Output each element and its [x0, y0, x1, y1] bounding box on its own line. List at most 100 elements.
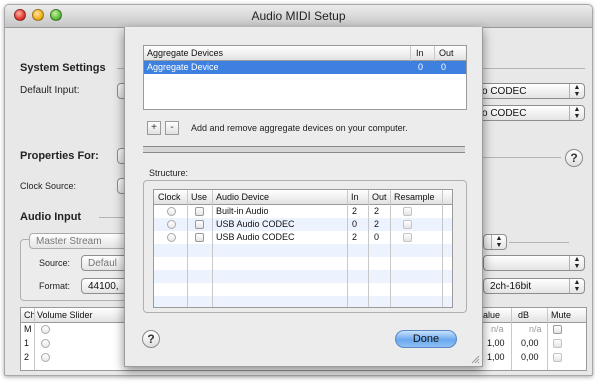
- resample-checkbox[interactable]: [403, 233, 412, 242]
- device-in: 2: [352, 232, 358, 242]
- device-out: 0: [374, 232, 380, 242]
- structure-table-header: Clock Use Audio Device In Out Resample: [154, 190, 452, 205]
- aggregate-device-in: 0: [418, 62, 424, 72]
- default-output-value: o CODEC: [482, 108, 527, 119]
- device-in: 2: [352, 206, 358, 216]
- use-checkbox[interactable]: [195, 207, 204, 216]
- use-checkbox[interactable]: [195, 220, 204, 229]
- format-right-popup[interactable]: 2ch-16bit ▲ ▼: [483, 278, 585, 294]
- help-button[interactable]: ?: [565, 149, 583, 167]
- stream-popup[interactable]: Master Stream: [29, 233, 129, 249]
- default-input-label: Default Input:: [20, 85, 80, 96]
- column-separator: [511, 308, 512, 370]
- resample-checkbox[interactable]: [403, 220, 412, 229]
- use-checkbox[interactable]: [195, 233, 204, 242]
- channel-db: n/a: [529, 324, 542, 334]
- mute-checkbox[interactable]: [553, 325, 562, 334]
- aggregate-table-header: Aggregate Devices In Out: [144, 46, 466, 61]
- properties-for-label: Properties For:: [20, 150, 99, 162]
- clock-source-label: Clock Source:: [20, 181, 77, 191]
- audio-device-name: USB Audio CODEC: [216, 232, 295, 242]
- clock-radio[interactable]: [167, 220, 176, 229]
- aggregate-device-name: Aggregate Device: [147, 62, 219, 72]
- default-input-popup[interactable]: o CODEC ▲ ▼: [475, 83, 585, 99]
- popup-arrows-icon: ▲ ▼: [569, 84, 584, 98]
- db-header: dB: [518, 310, 530, 320]
- mute-checkbox[interactable]: [553, 353, 562, 362]
- column-separator: [442, 190, 443, 307]
- audio-device-name: USB Audio CODEC: [216, 219, 295, 229]
- done-button[interactable]: Done: [395, 330, 457, 348]
- default-output-popup[interactable]: o CODEC ▲ ▼: [475, 105, 585, 121]
- format-popup[interactable]: 44100,: [81, 278, 129, 294]
- resample-header: Resample: [394, 192, 435, 202]
- aggregate-devices-table: Aggregate Devices In Out Aggregate Devic…: [143, 45, 467, 110]
- channel-value: n/a: [491, 324, 504, 334]
- resample-checkbox[interactable]: [403, 207, 412, 216]
- in-header: In: [351, 192, 359, 202]
- audio-input-label: Audio Input: [20, 211, 82, 223]
- channel-value: 1,00: [487, 338, 505, 348]
- format-label: Format:: [39, 281, 71, 291]
- channel-id: 1: [24, 338, 30, 348]
- aggregate-device-sheet: Aggregate Devices In Out Aggregate Devic…: [124, 27, 483, 367]
- device-out: 2: [374, 206, 380, 216]
- channel-value: 1,00: [487, 352, 505, 362]
- channel-id: M: [24, 324, 32, 334]
- sheet-help-button[interactable]: ?: [142, 330, 160, 348]
- clock-radio[interactable]: [167, 233, 176, 242]
- aggregate-devices-header: Aggregate Devices: [147, 48, 224, 58]
- use-header: Use: [191, 192, 208, 202]
- column-separator: [434, 46, 435, 61]
- aggregate-hint-text: Add and remove aggregate devices on your…: [191, 123, 408, 133]
- device-in: 0: [352, 219, 358, 229]
- divider: [483, 157, 561, 158]
- table-stripe: [154, 244, 452, 257]
- volume-slider-header: Volume Slider: [37, 310, 93, 320]
- source-label: Source:: [39, 258, 71, 268]
- source-popup[interactable]: Defaul: [81, 255, 129, 271]
- title-bar: Audio MIDI Setup: [5, 5, 592, 28]
- add-aggregate-button[interactable]: +: [147, 121, 161, 135]
- column-separator: [410, 46, 411, 61]
- format-right-value: 2ch-16bit: [490, 281, 532, 292]
- out-header: Out: [439, 48, 454, 58]
- column-separator: [368, 190, 369, 307]
- in-header: In: [416, 48, 424, 58]
- divider: [483, 68, 585, 69]
- mute-checkbox[interactable]: [553, 339, 562, 348]
- device-out: 2: [374, 219, 380, 229]
- resize-grip-icon[interactable]: [470, 354, 480, 364]
- popup-arrows-icon: ▲ ▼: [569, 279, 584, 293]
- aggregate-device-row[interactable]: Aggregate Device 0 0: [144, 61, 466, 74]
- remove-aggregate-button[interactable]: -: [165, 121, 179, 135]
- column-separator: [390, 190, 391, 307]
- structure-label: Structure:: [149, 168, 189, 178]
- audio-device-name: Built-in Audio: [216, 206, 269, 216]
- audio-device-header: Audio Device: [216, 192, 270, 202]
- table-stripe: [154, 296, 452, 307]
- divider: [509, 242, 569, 243]
- mute-header: Mute: [551, 310, 572, 320]
- window-title: Audio MIDI Setup: [251, 9, 346, 23]
- volume-slider-knob[interactable]: [41, 353, 50, 362]
- popup-arrows-icon: ▲ ▼: [491, 235, 506, 249]
- volume-slider-knob[interactable]: [41, 325, 50, 334]
- column-separator: [187, 190, 188, 307]
- default-input-value: o CODEC: [482, 86, 527, 97]
- popup-arrows-icon: ▲ ▼: [569, 256, 584, 270]
- system-settings-label: System Settings: [20, 62, 106, 74]
- volume-slider-knob[interactable]: [41, 339, 50, 348]
- column-separator: [347, 190, 348, 307]
- popup-arrows-icon: ▲ ▼: [569, 106, 584, 120]
- clock-radio[interactable]: [167, 207, 176, 216]
- channel-db: 0,00: [521, 338, 539, 348]
- column-separator: [34, 308, 35, 370]
- clock-header: Clock: [158, 192, 181, 202]
- stream-right-popup[interactable]: ▲ ▼: [483, 234, 507, 250]
- split-divider[interactable]: [143, 146, 465, 153]
- value-header: alue: [483, 310, 501, 320]
- aggregate-device-out: 0: [441, 62, 447, 72]
- source-right-popup[interactable]: ▲ ▼: [483, 255, 585, 271]
- table-stripe: [154, 270, 452, 283]
